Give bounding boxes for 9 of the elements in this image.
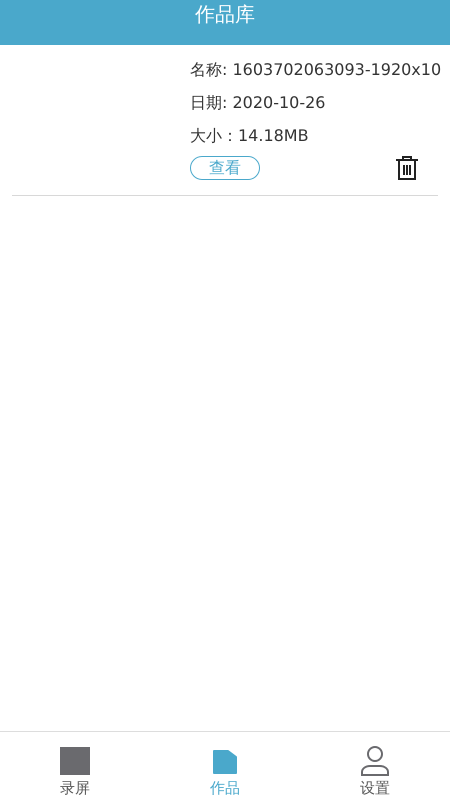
nav-tab[interactable]: 设置 bbox=[300, 732, 450, 800]
page-title: 作品库 bbox=[195, 1, 255, 28]
trash-icon[interactable] bbox=[395, 155, 420, 181]
file-name: 名称: 1603702063093-1920x10 bbox=[190, 59, 442, 81]
person-icon bbox=[359, 745, 391, 777]
nav-tab[interactable]: 录屏 bbox=[0, 732, 150, 800]
file-size: 大小：14.18MB bbox=[190, 125, 310, 147]
square-icon bbox=[59, 745, 91, 777]
file-date: 日期: 2020-10-26 bbox=[190, 92, 326, 114]
